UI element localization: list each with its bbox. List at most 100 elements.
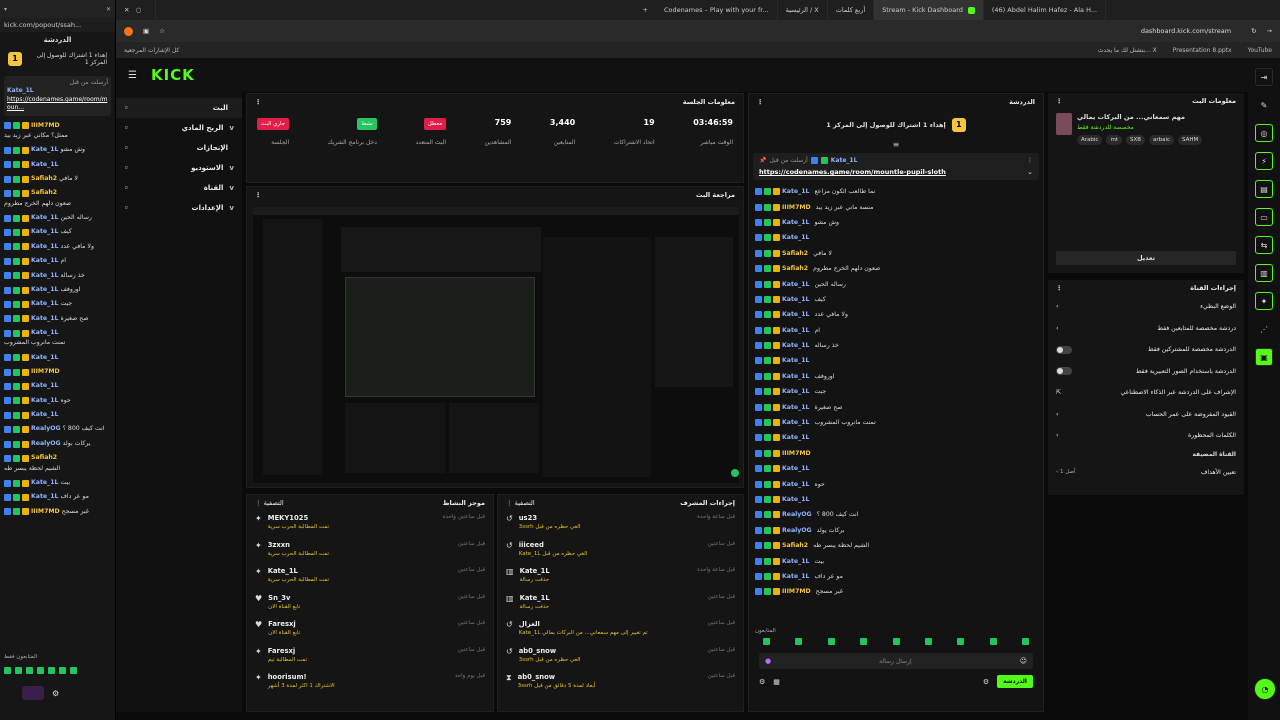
extensions-icon[interactable]: ▣ xyxy=(143,27,149,35)
emote-icon[interactable] xyxy=(15,667,22,674)
chat-username[interactable]: Kate_1L xyxy=(782,496,809,503)
sidebar-item[interactable]: ◦ الربح المادي v xyxy=(116,118,242,138)
chat-message[interactable]: Kate_1L xyxy=(4,354,111,362)
chat-username[interactable]: Kate_1L xyxy=(31,382,58,390)
mod-filter[interactable]: ⋮ التصفية xyxy=(506,499,535,507)
chat-message[interactable]: RealyOG انت كيف 800 ؟ xyxy=(4,425,111,434)
list-item[interactable]: ✦ Faresxj تمت المطالبة تيم قبل ساعتين xyxy=(247,644,493,671)
chat-message[interactable]: Safiah2 الشيم لحظة يبسر طه xyxy=(4,454,111,473)
tab-x-home[interactable]: الرئيسية / X xyxy=(778,0,828,20)
settings-icon[interactable]: ⚙ xyxy=(983,678,989,686)
emote-icon[interactable] xyxy=(827,638,835,645)
channel-actions-menu-icon[interactable]: ⋮ xyxy=(1056,284,1063,292)
chat-message[interactable]: IIIM7MD xyxy=(749,446,1043,461)
chat-username[interactable]: IIIM7MD xyxy=(31,368,60,376)
chat-username[interactable]: Kate_1L xyxy=(31,161,58,169)
chat-message[interactable]: RealyOG بركات يولد xyxy=(749,523,1043,538)
channel-action-row[interactable]: الوضع البطيء › xyxy=(1048,296,1244,318)
stream-preview-video[interactable] xyxy=(253,207,739,483)
set-goals-row[interactable]: تعيين الأهداف أصل 1 › xyxy=(1048,462,1244,484)
chat-message[interactable]: Kate_1L xyxy=(4,411,111,419)
help-chat-icon[interactable]: ◔ xyxy=(1254,678,1276,700)
list-item[interactable]: ↺ iiiceed Kate_1L الغي حظره من قبل قبل ساعت… xyxy=(498,538,743,565)
chat-message[interactable]: IIIM7MD غير مسجح xyxy=(749,584,1043,599)
channel-action-row[interactable]: الإشراف على الدردشة عبر الذكاء الاصطناعي… xyxy=(1048,382,1244,404)
list-item-user[interactable]: ab0_snow xyxy=(518,673,596,681)
chat-username[interactable]: RealyOG xyxy=(782,527,812,534)
chat-username[interactable]: Kate_1L xyxy=(782,388,809,395)
chat-username[interactable]: Kate_1L xyxy=(782,573,809,580)
chat-message[interactable]: Kate_1L مو عر داف xyxy=(4,493,111,501)
chat-message[interactable]: IIIM7MD xyxy=(4,368,111,376)
list-item[interactable]: ♥ Faresxj تابع القناة الان قبل ساعتين xyxy=(247,617,493,644)
chat-username[interactable]: Kate_1L xyxy=(31,479,58,487)
chat-message[interactable]: Kate_1L رساله الحين xyxy=(4,214,111,222)
chat-username[interactable]: Safiah2 xyxy=(31,189,57,197)
chat-username[interactable]: Kate_1L xyxy=(782,558,809,565)
chat-username[interactable]: Kate_1L xyxy=(782,404,809,411)
chat-username[interactable]: Kate_1L xyxy=(782,373,809,380)
share-icon[interactable]: ⋰ xyxy=(1255,320,1273,338)
chat-message[interactable]: Safiah2 صعون دلهم الخرج مطروم xyxy=(749,261,1043,276)
emote-icon[interactable] xyxy=(37,667,44,674)
chat-username[interactable]: RealyOG xyxy=(31,440,61,448)
chat-username[interactable]: Kate_1L xyxy=(31,493,58,501)
chat-username[interactable]: Kate_1L xyxy=(31,329,58,337)
chat-message[interactable]: Kate_1L ام xyxy=(749,323,1043,338)
window-close-icon[interactable]: ✕ ○ xyxy=(116,0,156,20)
list-item[interactable]: ↺ ab0_snow 3ssrh الغي حظره من قبل قبل ساعتي… xyxy=(498,644,743,671)
lightning-icon[interactable]: ⚡ xyxy=(1255,152,1273,170)
edit-stream-info-button[interactable]: تعديل xyxy=(1056,251,1236,265)
wrench-icon[interactable]: ✦ xyxy=(1255,292,1273,310)
emote-icon[interactable] xyxy=(795,638,803,645)
channel-action-row[interactable]: دردشة مخصصة للمتابعين فقط › xyxy=(1048,318,1244,340)
list-item[interactable]: ✦ MEKY1025 تمت المطالبة الحرب سرية قبل ساعت… xyxy=(247,511,493,538)
channel-action-row[interactable]: القيود المفروضة على عمر الحساب › xyxy=(1048,404,1244,426)
list-item[interactable]: ♥ Sn_3v تابع القناة الان قبل ساعتين xyxy=(247,591,493,618)
chat-username[interactable]: Kate_1L xyxy=(782,311,809,318)
chat-message[interactable]: Kate_1L رساله الحين xyxy=(749,276,1043,291)
chat-message[interactable]: Kate_1L كيف xyxy=(4,228,111,237)
mic-icon[interactable]: ● xyxy=(765,657,771,665)
list-item-user[interactable]: Kate_1L xyxy=(520,567,550,575)
chat-username[interactable]: Safiah2 xyxy=(782,265,808,272)
external-link-icon[interactable]: ⇱ xyxy=(1056,389,1061,396)
chat-username[interactable]: Kate_1L xyxy=(782,342,809,349)
chat-username[interactable]: Kate_1L xyxy=(782,327,809,334)
chat-message[interactable]: Kate_1L وش مشو xyxy=(4,146,111,154)
sidebar-item[interactable]: ◦ البث xyxy=(116,98,242,118)
stream-tag[interactable]: SAHM xyxy=(1178,135,1203,145)
chat-message[interactable]: Kate_1L xyxy=(749,430,1043,445)
swap-icon[interactable]: ⇆ xyxy=(1255,236,1273,254)
chat-username[interactable]: Kate_1L xyxy=(31,411,58,419)
chat-message[interactable]: Kate_1L حوه xyxy=(749,476,1043,491)
preview-menu-icon[interactable]: ⋮ xyxy=(255,191,262,199)
chat-username[interactable]: IIIM7MD xyxy=(782,588,811,595)
emote-icon[interactable] xyxy=(1022,638,1029,645)
chat-message[interactable]: Kate_1L بيت xyxy=(749,553,1043,568)
chat-username[interactable]: Safiah2 xyxy=(782,542,808,549)
calendar-icon[interactable]: ▦ xyxy=(773,678,780,686)
popout-close-icon[interactable]: ✕ xyxy=(106,6,111,13)
chat-username[interactable]: Kate_1L xyxy=(31,354,58,362)
chat-message[interactable]: Kate_1L صح صغيرة xyxy=(4,315,111,323)
chat-message[interactable]: Kate_1L مو عر داف xyxy=(749,569,1043,584)
emote-icon[interactable] xyxy=(957,638,965,645)
list-item-user[interactable]: Faresxj xyxy=(268,647,307,655)
popout-chat-input[interactable] xyxy=(22,686,44,700)
mod-tools-icon[interactable]: ⚙ xyxy=(759,678,765,686)
chat-username[interactable]: Kate_1L xyxy=(31,286,58,294)
chat-username[interactable]: Kate_1L xyxy=(31,228,58,236)
bookmark-all[interactable]: كل الإشارات المرجعية xyxy=(124,47,179,54)
chat-username[interactable]: Kate_1L xyxy=(782,357,809,364)
chat-message[interactable]: Kate_1L تمنت مانروب المشروب xyxy=(4,329,111,348)
chat-username[interactable]: Kate_1L xyxy=(782,434,809,441)
tab-kick-dashboard[interactable]: Stream - Kick Dashboard xyxy=(874,0,984,20)
chat-message[interactable]: IIIM7MD غير مسجح xyxy=(4,508,111,516)
sidebar-item[interactable]: ◦ الاستوديو v xyxy=(116,158,242,178)
emote-icon[interactable] xyxy=(70,667,77,674)
emote-icon[interactable] xyxy=(892,638,900,645)
tab-youtube[interactable]: (46) Abdel Halim Hafez - Ala H... xyxy=(984,0,1107,20)
chat-username[interactable]: Kate_1L xyxy=(31,300,58,308)
chat-message[interactable]: Kate_1L خذ رسالة xyxy=(4,272,111,280)
